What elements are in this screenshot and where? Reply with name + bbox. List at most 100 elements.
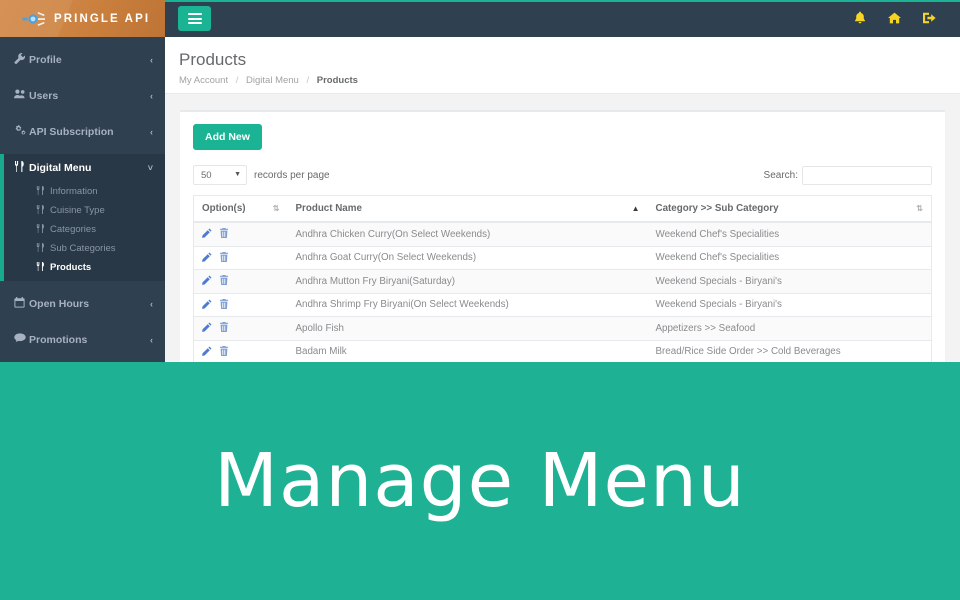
sort-ascending-icon: ▲ (631, 203, 640, 213)
table-body: Andhra Chicken Curry(On Select Weekends)… (193, 222, 932, 362)
cell-options (193, 246, 288, 270)
sidebar-item-profile[interactable]: Profile ‹ (0, 46, 165, 73)
edit-icon[interactable] (202, 299, 212, 312)
sidebar-item-label: API Subscription (29, 125, 114, 138)
sidebar-nav: Profile ‹ Users ‹ API Subscription ‹ Dig… (0, 37, 165, 362)
sidebar-subitem-label: Cuisine Type (50, 205, 105, 216)
sidebar-item-label: Digital Menu (29, 161, 92, 174)
sidebar-subitem-products[interactable]: Products (0, 258, 165, 277)
brand-name: PRINGLE API (54, 12, 151, 25)
search-label: Search: (763, 169, 798, 181)
cell-options (193, 316, 288, 341)
row-action-group (202, 251, 280, 265)
sidebar-item-api-subscription[interactable]: API Subscription ‹ (0, 118, 165, 145)
delete-icon[interactable] (219, 251, 229, 265)
chevron-left-icon: ‹ (150, 54, 153, 65)
sidebar-subitem-categories[interactable]: Categories (0, 220, 165, 239)
cell-category: Weekend Chef's Specialities (647, 246, 932, 270)
cell-category: Weekend Chef's Specialities (647, 222, 932, 247)
row-action-group (202, 228, 280, 241)
cell-product-name: Apollo Fish (287, 316, 648, 341)
breadcrumb-item-digital-menu[interactable]: Digital Menu (246, 75, 299, 86)
column-header-label: Product Name (295, 203, 362, 214)
cell-product-name: Andhra Mutton Fry Biryani(Saturday) (287, 269, 648, 294)
delete-icon[interactable] (219, 322, 229, 335)
utensils-icon (36, 262, 50, 273)
column-header-options[interactable]: Option(s) ⇅ (193, 195, 288, 223)
cell-options (193, 293, 288, 317)
chevron-left-icon: ‹ (150, 298, 153, 309)
banner-text: Manage Menu (214, 438, 746, 524)
utensils-icon (36, 224, 50, 235)
utensils-icon (36, 205, 50, 216)
app-root: PRINGLE API Profile ‹ Users ‹ API Subscr… (0, 0, 960, 600)
sidebar-item-digital-menu[interactable]: Digital Menu ˅ (0, 154, 165, 181)
top-navbar: PRINGLE API (0, 0, 960, 37)
sidebar-subitem-cuisine-type[interactable]: Cuisine Type (0, 201, 165, 220)
table-header: Option(s) ⇅ Product Name ▲ Category >> S… (193, 195, 932, 223)
chevron-left-icon: ‹ (150, 334, 153, 345)
utensils-icon (36, 186, 50, 197)
users-icon (14, 89, 29, 102)
cell-category: Weekend Specials - Biryani's (647, 293, 932, 317)
sort-both-icon: ⇅ (916, 203, 923, 213)
delete-icon[interactable] (219, 275, 229, 288)
cell-options (193, 222, 288, 247)
sort-both-icon: ⇅ (272, 203, 280, 213)
title-banner: Manage Menu (0, 362, 960, 600)
page-length-select[interactable]: 102550100 (193, 165, 247, 186)
brand-logo[interactable]: PRINGLE API (0, 0, 165, 37)
sidebar-item-promotions[interactable]: Promotions ‹ (0, 326, 165, 353)
table-row: Apollo Fish Appetizers >> Seafood (193, 316, 932, 341)
delete-icon[interactable] (219, 228, 229, 241)
breadcrumb-separator: / (235, 75, 239, 87)
add-new-button[interactable]: Add New (193, 124, 262, 150)
cell-product-name: Andhra Chicken Curry(On Select Weekends) (287, 222, 648, 247)
column-header-category[interactable]: Category >> Sub Category ⇅ (647, 195, 932, 223)
edit-icon[interactable] (202, 346, 212, 359)
cell-options (193, 340, 288, 362)
row-action-group (202, 275, 280, 288)
breadcrumb-item-my-account[interactable]: My Account (179, 75, 228, 86)
sidebar-item-open-hours[interactable]: Open Hours ‹ (0, 290, 165, 317)
page-title: Products (179, 50, 247, 69)
burst-circle-icon (22, 9, 46, 29)
sidebar-item-label: Profile (29, 53, 62, 66)
sidebar-subitem-sub-categories[interactable]: Sub Categories (0, 239, 165, 258)
sidebar-item-label: Users (29, 89, 59, 102)
chevron-down-icon: ˅ (147, 162, 153, 173)
delete-icon[interactable] (219, 298, 229, 312)
column-header-label: Option(s) (202, 203, 246, 214)
products-panel: Add New 102550100 ▼ records per page Sea… (180, 110, 945, 362)
sign-out-icon[interactable] (923, 12, 936, 26)
chevron-left-icon: ‹ (150, 90, 153, 101)
edit-icon[interactable] (202, 252, 212, 265)
menu-toggle-button[interactable] (178, 6, 211, 31)
calendar-icon (14, 296, 29, 311)
edit-icon[interactable] (202, 228, 212, 241)
sidebar-subitem-label: Categories (50, 224, 96, 235)
wrench-icon (14, 52, 29, 67)
table-row: Andhra Goat Curry(On Select Weekends) Wee… (193, 246, 932, 270)
main-content: Products My Account / Digital Menu / Pro… (165, 37, 960, 362)
bell-icon[interactable] (854, 11, 866, 26)
cell-category: Bread/Rice Side Order >> Cold Beverages (647, 340, 932, 362)
table-row: Andhra Mutton Fry Biryani(Saturday) Weeke… (193, 269, 932, 294)
edit-icon[interactable] (202, 322, 212, 335)
topbar-accent-line (165, 0, 960, 2)
row-action-group (202, 345, 280, 359)
table-row: Andhra Chicken Curry(On Select Weekends)… (193, 222, 932, 247)
sidebar-subitem-information[interactable]: Information (0, 182, 165, 201)
sidebar-item-users[interactable]: Users ‹ (0, 82, 165, 109)
edit-icon[interactable] (202, 275, 212, 288)
home-icon[interactable] (888, 12, 901, 26)
chevron-left-icon: ‹ (150, 126, 153, 137)
topbar-actions (854, 0, 960, 37)
cell-category: Weekend Specials - Biryani's (647, 269, 932, 294)
breadcrumb-item-products: Products (316, 75, 358, 87)
products-table: Option(s) ⇅ Product Name ▲ Category >> S… (193, 195, 932, 362)
delete-icon[interactable] (219, 345, 229, 359)
search-input[interactable] (802, 165, 932, 185)
cell-category: Appetizers >> Seafood (647, 316, 932, 341)
column-header-product-name[interactable]: Product Name ▲ (287, 195, 648, 223)
